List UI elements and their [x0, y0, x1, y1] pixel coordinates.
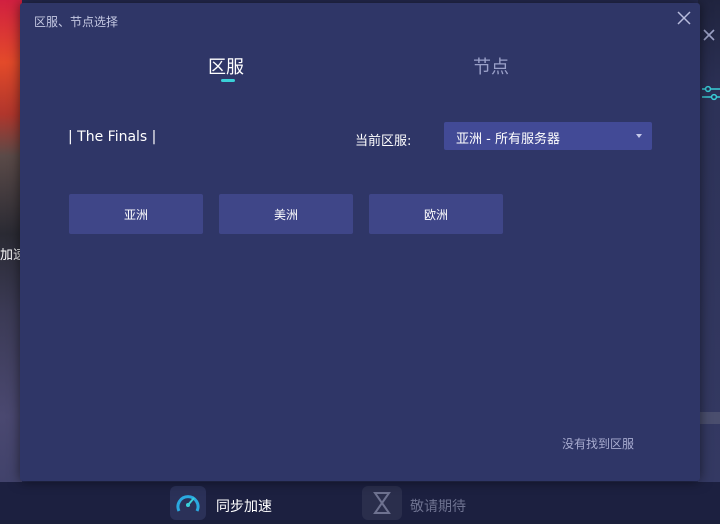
active-tab-indicator — [221, 79, 235, 82]
game-name: | The Finals | — [68, 129, 157, 145]
sync-accelerate-label[interactable]: 同步加速 — [216, 496, 272, 516]
region-button-america[interactable]: 美洲 — [219, 194, 353, 234]
speedometer-icon[interactable] — [170, 486, 206, 520]
chevron-down-icon — [636, 134, 642, 138]
close-icon[interactable] — [676, 10, 692, 26]
background-divider — [698, 412, 720, 424]
region-not-found-link[interactable]: 没有找到区服 — [562, 435, 634, 452]
region-select[interactable]: 亚洲 - 所有服务器 — [444, 122, 652, 150]
dialog-title: 区服、节点选择 — [34, 15, 119, 29]
background-accelerate-label: 加速 — [0, 248, 22, 263]
current-region-label: 当前区服: — [355, 134, 412, 149]
tab-region[interactable]: 区服 — [208, 53, 244, 79]
settings-sliders-icon[interactable] — [700, 84, 720, 102]
background-right-panel — [698, 0, 720, 520]
region-button-europe[interactable]: 欧洲 — [369, 194, 503, 234]
tab-node[interactable]: 节点 — [473, 53, 509, 79]
coming-soon-label: 敬请期待 — [410, 499, 466, 515]
hourglass-icon — [362, 486, 402, 520]
background-close-icon[interactable] — [700, 26, 718, 44]
region-button-asia[interactable]: 亚洲 — [69, 194, 203, 234]
background-bottom-bar — [0, 482, 720, 520]
region-select-value: 亚洲 - 所有服务器 — [456, 132, 560, 147]
region-node-dialog: 区服、节点选择 区服 节点 | The Finals | 当前区服: 亚洲 - … — [20, 3, 700, 481]
